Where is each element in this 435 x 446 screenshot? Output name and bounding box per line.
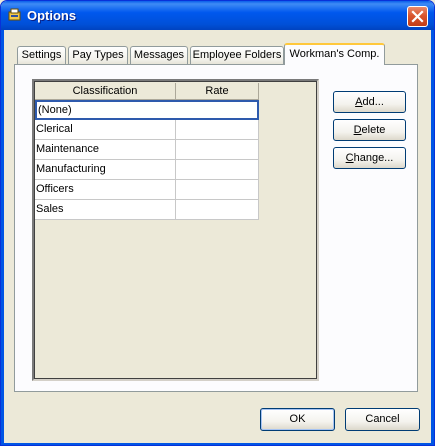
cell-classification-3[interactable]: Manufacturing [35, 160, 176, 180]
grid-body: Classification Rate (None) Clerical Main… [34, 81, 317, 379]
delete-button[interactable]: Delete [333, 119, 406, 141]
close-icon [411, 10, 424, 23]
window-frame-left [1, 30, 4, 445]
window-frame-right [431, 30, 434, 445]
change-button[interactable]: Change... [333, 147, 406, 169]
add-button[interactable]: Add... [333, 91, 406, 113]
cell-rate-2[interactable] [176, 140, 259, 160]
cell-rate-0[interactable] [174, 100, 259, 120]
column-header-classification[interactable]: Classification [35, 83, 176, 100]
cell-classification-5[interactable]: Sales [35, 200, 176, 220]
tab-settings[interactable]: Settings [17, 46, 66, 64]
change-button-label: hange... [353, 152, 394, 164]
cell-rate-5[interactable] [176, 200, 259, 220]
delete-button-mnemonic: D [353, 124, 362, 136]
cell-rate-4[interactable] [176, 180, 259, 200]
cell-rate-1[interactable] [176, 120, 259, 140]
classification-grid[interactable]: Classification Rate (None) Clerical Main… [32, 79, 319, 381]
tab-messages[interactable]: Messages [130, 46, 188, 64]
close-button[interactable] [407, 6, 428, 27]
delete-button-label: elete [361, 124, 386, 136]
change-button-mnemonic: C [345, 152, 354, 164]
column-header-rate[interactable]: Rate [176, 83, 259, 100]
add-button-label: dd... [362, 96, 384, 108]
app-icon [8, 8, 21, 21]
cell-rate-3[interactable] [176, 160, 259, 180]
tab-employee-folders[interactable]: Employee Folders [190, 46, 284, 64]
cancel-button[interactable]: Cancel [345, 408, 420, 431]
options-dialog: Options Settings Pay Types Messages Empl… [0, 0, 435, 446]
tab-workmans-comp[interactable]: Workman's Comp. [284, 43, 385, 65]
cell-classification-2[interactable]: Maintenance [35, 140, 176, 160]
cell-classification-4[interactable]: Officers [35, 180, 176, 200]
cell-classification-1[interactable]: Clerical [35, 120, 176, 140]
tab-pay-types[interactable]: Pay Types [68, 46, 128, 64]
window-title: Options [27, 8, 77, 23]
cell-classification-0[interactable]: (None) [35, 100, 176, 120]
title-bar[interactable]: Options [1, 1, 434, 30]
ok-button[interactable]: OK [260, 408, 335, 431]
